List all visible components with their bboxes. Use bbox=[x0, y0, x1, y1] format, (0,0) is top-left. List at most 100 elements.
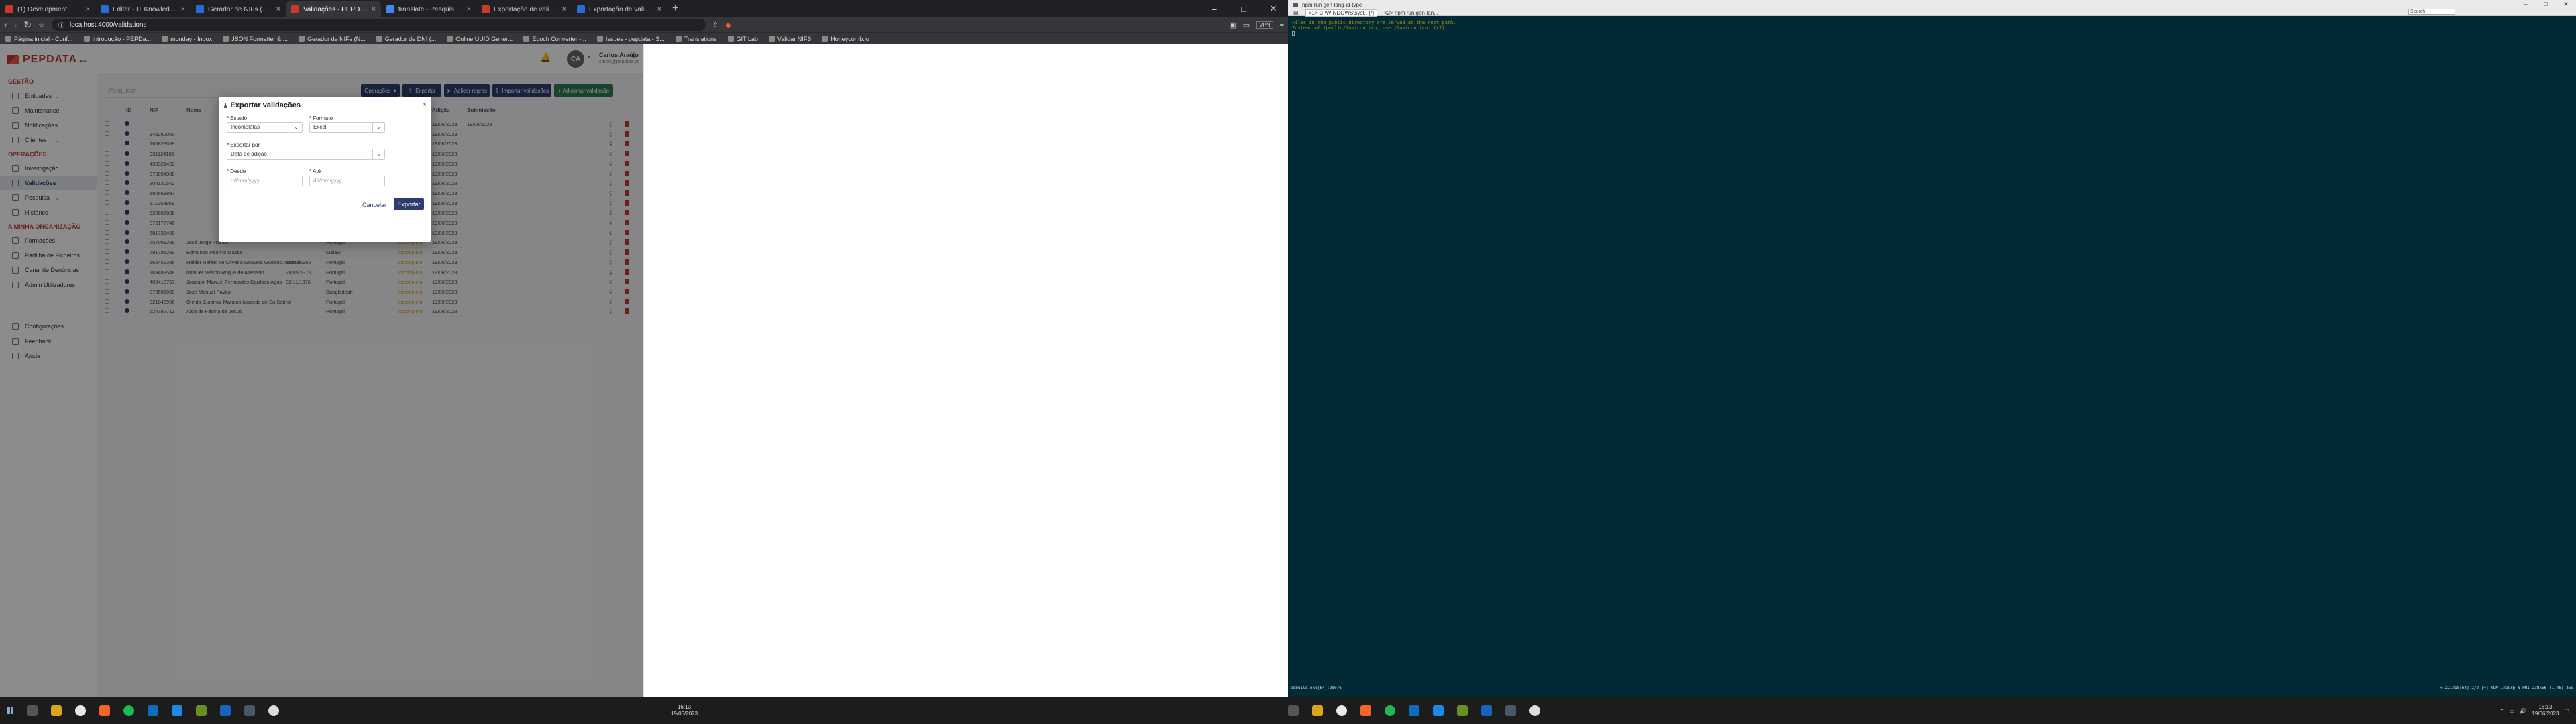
exportar-por-select[interactable]: Data de adição ⌄ bbox=[227, 149, 385, 160]
task-view-icon[interactable] bbox=[1288, 705, 1299, 716]
exportar-por-label-text: Exportar por bbox=[230, 142, 260, 148]
chevron-down-icon: ⌄ bbox=[372, 123, 384, 132]
chrome-icon-2[interactable] bbox=[1529, 705, 1540, 716]
maximize-icon[interactable]: □ bbox=[1229, 0, 1258, 17]
new-console-icon[interactable]: ▤ bbox=[1293, 10, 1299, 16]
brave-icon[interactable] bbox=[1360, 705, 1371, 716]
bookmark-item[interactable]: JSON Formatter & ... bbox=[223, 36, 288, 42]
minimize-icon[interactable]: – bbox=[1199, 0, 1229, 17]
terminal-app-icon[interactable] bbox=[1457, 705, 1468, 716]
extensions-icon[interactable]: ▣ bbox=[1229, 21, 1236, 29]
browser-tab[interactable]: Exportação de validações - PEPData × bbox=[476, 1, 572, 17]
browser-tab[interactable]: translate - Pesquisa Google × bbox=[381, 1, 476, 17]
spotify-icon[interactable] bbox=[1385, 705, 1395, 716]
bookmark-item[interactable]: Introdução - PEPDa... bbox=[83, 36, 151, 42]
bookmark-item[interactable]: Epoch Converter -... bbox=[523, 36, 586, 42]
bookmark-favicon-icon bbox=[5, 36, 11, 42]
bookmark-item[interactable]: Online UUID Gener... bbox=[447, 36, 513, 42]
bookmark-page-icon[interactable]: ☆ bbox=[38, 21, 45, 29]
estado-select[interactable]: Incompletas ⌄ bbox=[227, 122, 303, 133]
maximize-icon[interactable]: □ bbox=[2536, 0, 2556, 8]
tab-favicon-icon bbox=[5, 5, 13, 13]
outlook-icon[interactable] bbox=[1409, 705, 1419, 716]
vscode-icon[interactable] bbox=[172, 705, 182, 716]
browser-tab[interactable]: Editar - IT Knowledgebase - Confluen × bbox=[95, 1, 191, 17]
outlook-icon[interactable] bbox=[148, 705, 158, 716]
close-window-icon[interactable]: ✕ bbox=[1258, 0, 1288, 17]
bookmark-item[interactable]: Validar NIFS bbox=[768, 36, 811, 42]
info-icon[interactable]: ⓘ bbox=[58, 21, 64, 29]
share-icon[interactable]: ⇪ bbox=[712, 21, 718, 29]
ate-date-input[interactable]: dd/mm/yyyy bbox=[309, 176, 385, 186]
formato-select[interactable]: Excel ⌄ bbox=[309, 122, 385, 133]
desde-date-input[interactable]: dd/mm/yyyy bbox=[227, 176, 303, 186]
bookmark-item[interactable]: Gerador de DNI (... bbox=[376, 36, 436, 42]
export-button[interactable]: Exportar bbox=[394, 198, 424, 210]
start-button-icon[interactable] bbox=[7, 707, 13, 714]
bookmark-item[interactable]: Gerador de NIFs (N... bbox=[299, 36, 366, 42]
browser-tab[interactable]: (1) Development × bbox=[0, 1, 95, 17]
terminal-tab-1[interactable]: <1> C:\WINDOWS\syst...[*] bbox=[1305, 9, 1377, 17]
chrome-icon[interactable] bbox=[75, 705, 86, 716]
tab-favicon-icon bbox=[101, 5, 109, 13]
terminal-tab-2[interactable]: <2> npm run gen-lan... bbox=[1384, 10, 1438, 16]
search-taskbar-icon[interactable] bbox=[27, 705, 38, 716]
terminal-search-input[interactable]: Search bbox=[2408, 9, 2455, 15]
bookmark-item[interactable]: Honeycomb.io bbox=[822, 36, 869, 42]
brave-shield-icon[interactable]: ◆ bbox=[725, 21, 731, 29]
close-icon[interactable]: × bbox=[181, 5, 185, 13]
url-field[interactable]: ⓘ localhost:4000/validations bbox=[51, 19, 706, 31]
back-nav-icon[interactable]: ‹ bbox=[4, 19, 7, 30]
terminal-window-controls: – □ ✕ bbox=[2516, 0, 2576, 8]
tab-title: Editar - IT Knowledgebase - Confluen bbox=[113, 5, 177, 13]
browser-tab[interactable]: Validações - PEPData × bbox=[286, 1, 381, 17]
scrollbar[interactable] bbox=[643, 44, 644, 697]
spotify-icon[interactable] bbox=[123, 705, 134, 716]
vpn-badge[interactable]: VPN bbox=[1256, 21, 1273, 29]
new-tab-button[interactable]: + bbox=[667, 1, 684, 17]
desde-label-text: Desde bbox=[230, 168, 246, 174]
app-icon[interactable] bbox=[1505, 705, 1516, 716]
bookmark-item[interactable]: Página inicial - Conf... bbox=[5, 36, 73, 42]
bookmark-favicon-icon bbox=[299, 36, 305, 42]
network-icon[interactable]: ▭ bbox=[2510, 708, 2515, 714]
close-icon[interactable]: × bbox=[562, 5, 566, 13]
chrome-icon[interactable] bbox=[1336, 705, 1347, 716]
close-icon[interactable]: × bbox=[86, 5, 90, 13]
brave-icon[interactable] bbox=[99, 705, 110, 716]
close-icon[interactable]: × bbox=[276, 5, 280, 13]
minimize-icon[interactable]: – bbox=[2516, 0, 2536, 8]
notifications-icon[interactable]: ▢ bbox=[2564, 708, 2569, 714]
bookmark-item[interactable]: Translations bbox=[675, 36, 717, 42]
chevron-up-icon[interactable]: ⌃ bbox=[2500, 708, 2504, 714]
menu-icon[interactable]: ≡ bbox=[1280, 21, 1284, 29]
bookmark-label: Gerador de NIFs (N... bbox=[307, 35, 366, 42]
bookmark-item[interactable]: GIT Lab bbox=[727, 36, 758, 42]
close-icon[interactable]: × bbox=[467, 5, 471, 13]
bookmark-item[interactable]: monday - Inbox bbox=[162, 36, 212, 42]
terminal-output[interactable]: Files in the public directory are served… bbox=[1292, 20, 1456, 37]
chrome-icon-2[interactable] bbox=[268, 705, 279, 716]
maps-icon[interactable] bbox=[1481, 705, 1492, 716]
browser-tab[interactable]: Exportação de validações - Português × bbox=[572, 1, 667, 17]
volume-icon[interactable]: 🔊 bbox=[2520, 708, 2526, 714]
required-asterisk: * bbox=[227, 142, 229, 148]
clock[interactable]: 16:13 19/06/2023 bbox=[2532, 704, 2559, 717]
cancel-button[interactable]: Cancelar bbox=[362, 202, 386, 208]
clock[interactable]: 16:13 19/06/2023 bbox=[671, 704, 698, 717]
close-icon[interactable]: × bbox=[657, 5, 661, 13]
forward-nav-icon[interactable]: › bbox=[14, 19, 17, 30]
file-explorer-icon[interactable] bbox=[1312, 705, 1323, 716]
browser-tab[interactable]: Gerador de NIFs (NIF Frequentes) × bbox=[191, 1, 286, 17]
close-icon[interactable]: × bbox=[372, 5, 376, 13]
close-window-icon[interactable]: ✕ bbox=[2556, 0, 2576, 8]
terminal-app-icon[interactable] bbox=[196, 705, 207, 716]
app-icon[interactable] bbox=[244, 705, 255, 716]
bookmark-item[interactable]: Issues - pepdata - S... bbox=[596, 36, 665, 42]
reload-icon[interactable]: ↻ bbox=[23, 19, 32, 31]
close-icon[interactable]: × bbox=[423, 101, 427, 109]
maps-icon[interactable] bbox=[220, 705, 231, 716]
wallet-icon[interactable]: ▭ bbox=[1243, 21, 1250, 29]
file-explorer-icon[interactable] bbox=[51, 705, 62, 716]
vscode-icon[interactable] bbox=[1433, 705, 1444, 716]
